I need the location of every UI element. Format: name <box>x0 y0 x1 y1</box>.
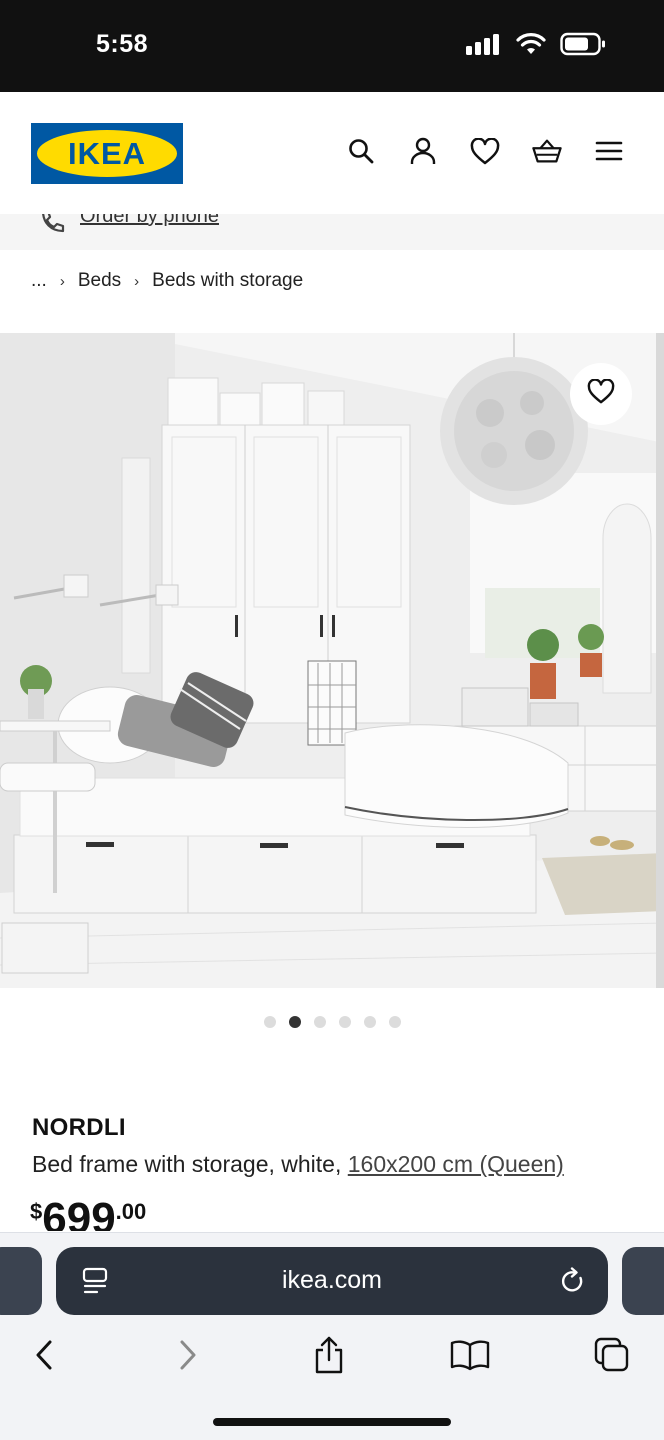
bookmarks-icon[interactable] <box>448 1333 492 1377</box>
product-description: Bed frame with storage, white, 160x200 c… <box>32 1151 564 1178</box>
address-bar[interactable]: ikea.com <box>56 1247 608 1315</box>
next-tab-preview[interactable] <box>622 1247 664 1315</box>
share-icon[interactable] <box>307 1333 351 1377</box>
browser-toolbar-area: ikea.com <box>0 1232 664 1440</box>
wifi-icon <box>516 32 546 61</box>
product-image[interactable] <box>0 333 664 988</box>
heart-icon[interactable] <box>470 136 500 166</box>
status-icons <box>466 32 606 61</box>
product-size-link[interactable]: 160x200 cm (Queen) <box>348 1151 564 1177</box>
basket-icon[interactable] <box>532 136 562 166</box>
tabs-icon[interactable] <box>590 1333 634 1377</box>
product-name: NORDLI <box>32 1114 126 1141</box>
battery-icon <box>560 32 606 61</box>
forward-arrow-icon[interactable] <box>166 1333 210 1377</box>
product-description-text: Bed frame with storage, white, <box>32 1151 348 1177</box>
search-icon[interactable] <box>346 136 376 166</box>
logo-text: IKEA <box>67 136 147 171</box>
save-to-favourites-button[interactable] <box>570 363 632 425</box>
breadcrumb-item-beds-with-storage[interactable]: Beds with storage <box>152 270 303 292</box>
heart-icon <box>587 378 615 409</box>
ikea-logo[interactable]: IKEA <box>31 123 183 184</box>
account-icon[interactable] <box>408 136 438 166</box>
pagination-dot[interactable] <box>339 1016 351 1028</box>
breadcrumb-item-beds[interactable]: Beds <box>78 270 121 292</box>
product-price: $699.00 <box>30 1195 146 1231</box>
chevron-right-icon: › <box>134 272 140 290</box>
pagination-dot[interactable] <box>289 1016 301 1028</box>
site-header: IKEA <box>0 92 664 214</box>
chevron-right-icon: › <box>59 272 65 290</box>
status-time: 5:58 <box>96 30 149 58</box>
pagination-dot[interactable] <box>314 1016 326 1028</box>
order-by-phone-link[interactable]: Order by phone <box>80 214 219 228</box>
image-pagination-dots <box>264 1016 401 1028</box>
price-integer: 699 <box>42 1195 116 1231</box>
back-arrow-icon[interactable] <box>22 1333 66 1377</box>
pagination-dot[interactable] <box>389 1016 401 1028</box>
bedroom-scene-image <box>0 333 664 988</box>
order-by-phone-strip: Order by phone <box>0 214 664 250</box>
menu-icon[interactable] <box>594 136 624 166</box>
url-text: ikea.com <box>281 1266 383 1294</box>
phone-icon <box>38 214 68 241</box>
home-indicator <box>213 1418 451 1426</box>
breadcrumb-ellipsis[interactable]: ... <box>31 270 47 292</box>
status-bar: 5:58 <box>0 0 664 92</box>
price-currency: $ <box>30 1199 43 1224</box>
header-actions <box>346 136 624 166</box>
pagination-dot[interactable] <box>264 1016 276 1028</box>
reload-icon[interactable] <box>560 1267 586 1300</box>
breadcrumb: ... › Beds › Beds with storage <box>31 270 303 292</box>
price-decimal: .00 <box>115 1199 147 1224</box>
cellular-signal-icon <box>466 33 502 60</box>
pagination-dot[interactable] <box>364 1016 376 1028</box>
previous-tab-preview[interactable] <box>0 1247 42 1315</box>
browser-bottom-toolbar <box>0 1333 664 1379</box>
